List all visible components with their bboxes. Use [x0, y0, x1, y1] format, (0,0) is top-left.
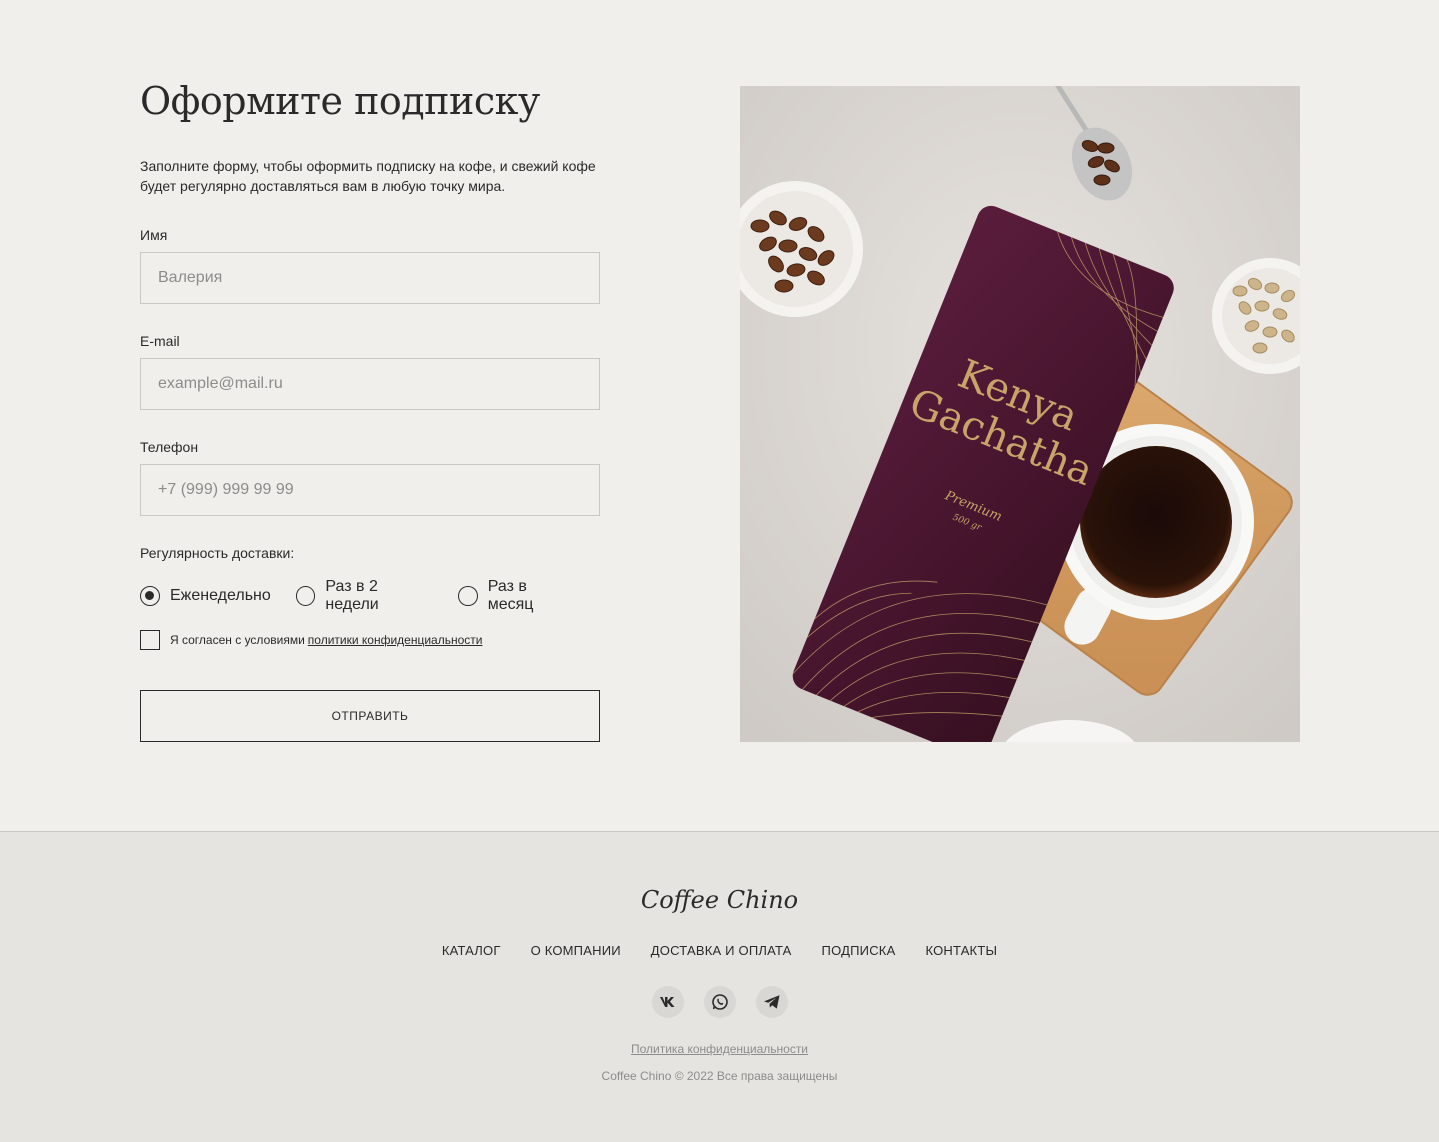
radio-biweekly-circle[interactable]	[295, 586, 316, 606]
nav-item-about[interactable]: О КОМПАНИИ	[531, 943, 621, 958]
product-photo: Kenya Gachatha Premium 500 gr	[740, 86, 1300, 742]
subscription-section: Оформите подписку Заполните форму, чтобы…	[0, 0, 1439, 831]
vk-icon[interactable]	[651, 986, 684, 1018]
copyright: Coffee Chino © 2022 Все права защищены	[601, 1069, 838, 1083]
consent-checkbox[interactable]	[140, 630, 160, 650]
radio-biweekly-label: Раз в 2 недели	[325, 578, 379, 613]
privacy-policy-link[interactable]: политики конфиденциальности	[308, 633, 483, 647]
social-links	[0, 986, 1439, 1018]
consent-text: Я согласен с условиями	[170, 633, 305, 647]
telegram-icon[interactable]	[755, 986, 788, 1018]
nav-item-catalog[interactable]: КАТАЛОГ	[442, 943, 501, 958]
form-description: Заполните форму, чтобы оформить подписку…	[140, 158, 596, 194]
consent-row: Я согласен с условиями политики конфиден…	[140, 630, 482, 650]
page-title: Оформите подписку	[140, 79, 540, 123]
whatsapp-icon[interactable]	[703, 986, 736, 1018]
name-input[interactable]	[140, 252, 600, 304]
radio-monthly-label: Раз в месяц	[487, 578, 534, 613]
footer-logo[interactable]: Coffee Chino	[0, 886, 1439, 914]
footer-nav: КАТАЛОГ О КОМПАНИИ ДОСТАВКА И ОПЛАТА ПОД…	[0, 943, 1439, 958]
email-label: E-mail	[140, 333, 180, 349]
radio-biweekly[interactable]: Раз в 2 недели	[295, 578, 433, 614]
radio-monthly[interactable]: Раз в месяц	[458, 578, 575, 614]
frequency-radio-group: Еженедельно Раз в 2 недели Раз в месяц	[140, 578, 600, 614]
coffee-scene-illustration: Kenya Gachatha Premium 500 gr	[740, 86, 1300, 742]
footer: Coffee Chino КАТАЛОГ О КОМПАНИИ ДОСТАВКА…	[0, 831, 1439, 1142]
submit-button[interactable]: ОТПРАВИТЬ	[140, 690, 600, 742]
name-label: Имя	[140, 227, 168, 243]
privacy-policy-footer-link[interactable]: Политика конфиденциальности	[631, 1042, 808, 1056]
nav-item-delivery[interactable]: ДОСТАВКА И ОПЛАТА	[651, 943, 792, 958]
radio-weekly-label: Еженедельно	[170, 587, 271, 604]
phone-input[interactable]	[140, 464, 600, 516]
footer-policy: Политика конфиденциальности	[0, 1042, 1439, 1056]
frequency-label: Регулярность доставки:	[140, 545, 295, 561]
radio-weekly[interactable]: Еженедельно	[140, 586, 271, 606]
email-input[interactable]	[140, 358, 600, 410]
radio-weekly-circle[interactable]	[140, 586, 160, 606]
radio-monthly-circle[interactable]	[458, 586, 478, 606]
phone-label: Телефон	[140, 439, 199, 455]
nav-item-subscription[interactable]: ПОДПИСКА	[822, 943, 896, 958]
subscription-form: Оформите подписку Заполните форму, чтобы…	[140, 78, 600, 742]
nav-item-contacts[interactable]: КОНТАКТЫ	[925, 943, 997, 958]
